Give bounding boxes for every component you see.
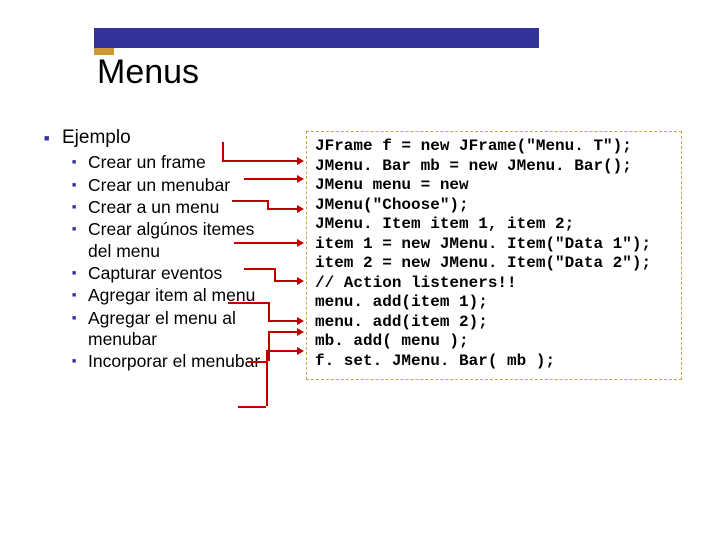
slide-title: Menus <box>97 53 199 92</box>
code-line: item 1 = new JMenu. Item("Data 1"); <box>315 235 675 255</box>
code-box: JFrame f = new JFrame("Menu. T"); JMenu.… <box>306 131 682 380</box>
bullet-icon: ■ <box>72 285 88 301</box>
code-line: f. set. JMenu. Bar( mb ); <box>315 352 675 372</box>
code-line: menu. add(item 1); <box>315 293 675 313</box>
list-item: ■ Capturar eventos <box>72 263 282 284</box>
step-label: Agregar el menu al menubar <box>88 308 282 351</box>
list-item: ■ Crear a un menu <box>72 197 282 218</box>
bullet-icon: ■ <box>72 263 88 279</box>
code-line: item 2 = new JMenu. Item("Data 2"); <box>315 254 675 274</box>
step-label: Agregar item al menu <box>88 285 282 306</box>
list-item: ■ Ejemplo <box>44 126 282 149</box>
code-line: JMenu("Choose"); <box>315 196 675 216</box>
list-item: ■ Incorporar el menubar <box>72 351 282 372</box>
list-item: ■ Crear un menubar <box>72 175 282 196</box>
title-bar-decoration <box>94 28 539 48</box>
slide: Menus ■ Ejemplo ■ Crear un frame ■ Crear… <box>0 0 720 540</box>
code-line: // Action listeners!! <box>315 274 675 294</box>
code-line: JMenu menu = new <box>315 176 675 196</box>
step-label: Crear algúnos itemes del menu <box>88 219 282 262</box>
bullet-icon: ■ <box>72 175 88 191</box>
step-label: Crear un menubar <box>88 175 282 196</box>
bullet-icon: ■ <box>72 351 88 367</box>
code-line: menu. add(item 2); <box>315 313 675 333</box>
bullet-icon: ■ <box>44 126 62 144</box>
list-item: ■ Crear algúnos itemes del menu <box>72 219 282 262</box>
bullet-icon: ■ <box>72 152 88 168</box>
ejemplo-label: Ejemplo <box>62 126 131 149</box>
code-line: JFrame f = new JFrame("Menu. T"); <box>315 137 675 157</box>
bullet-icon: ■ <box>72 219 88 235</box>
steps-column: ■ Ejemplo ■ Crear un frame ■ Crear un me… <box>44 126 282 374</box>
code-line: JMenu. Bar mb = new JMenu. Bar(); <box>315 157 675 177</box>
step-label: Incorporar el menubar <box>88 351 282 372</box>
list-item: ■ Agregar el menu al menubar <box>72 308 282 351</box>
list-item: ■ Crear un frame <box>72 152 282 173</box>
bullet-icon: ■ <box>72 197 88 213</box>
list-item: ■ Agregar item al menu <box>72 285 282 306</box>
sub-list: ■ Crear un frame ■ Crear un menubar ■ Cr… <box>44 152 282 372</box>
code-line: mb. add( menu ); <box>315 332 675 352</box>
step-label: Crear un frame <box>88 152 282 173</box>
code-line: JMenu. Item item 1, item 2; <box>315 215 675 235</box>
bullet-icon: ■ <box>72 308 88 324</box>
step-label: Capturar eventos <box>88 263 282 284</box>
step-label: Crear a un menu <box>88 197 282 218</box>
